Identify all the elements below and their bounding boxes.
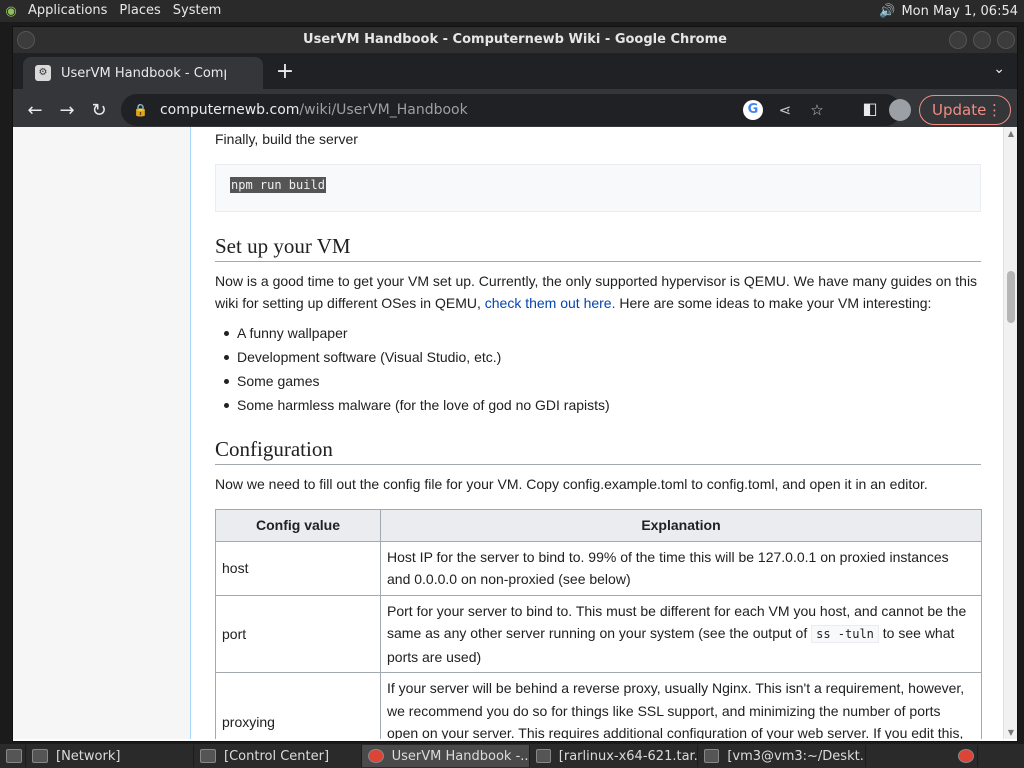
- control-center-icon: [200, 749, 216, 763]
- build-command[interactable]: npm run build: [230, 177, 326, 193]
- taskbar-label: [vm3@vm3:~/Deskt...: [727, 748, 865, 764]
- network-window-icon: [32, 749, 48, 763]
- heading-configuration: Configuration: [215, 437, 981, 465]
- scroll-down-icon[interactable]: ▼: [1004, 728, 1018, 737]
- taskbar-item-terminal[interactable]: [vm3@vm3:~/Deskt...: [698, 745, 866, 767]
- page-area: Finally, build the server npm run build …: [13, 23, 1017, 741]
- list-item: Some harmless malware (for the love of g…: [224, 393, 981, 417]
- wiki-sidebar: [13, 127, 191, 739]
- table-row: proxying If your server will be behind a…: [215, 672, 982, 739]
- chrome-icon: [368, 749, 384, 763]
- ideas-list: A funny wallpaper Development software (…: [224, 321, 981, 417]
- vm-text-after: Here are some ideas to make your VM inte…: [615, 295, 932, 311]
- scroll-up-icon[interactable]: ▲: [1004, 129, 1018, 138]
- taskbar-label: [Network]: [56, 748, 121, 764]
- menu-applications[interactable]: Applications: [22, 0, 113, 22]
- clock[interactable]: Mon May 1, 06:54: [897, 4, 1024, 19]
- list-item: Development software (Visual Studio, etc…: [224, 345, 981, 369]
- volume-icon[interactable]: 🔊: [877, 4, 897, 19]
- heading-set-up-vm: Set up your VM: [215, 234, 981, 262]
- inline-code: ss -tuln: [811, 625, 879, 643]
- config-key: proxying: [215, 672, 381, 739]
- taskbar-item-chrome[interactable]: UserVM Handbook -...: [362, 745, 530, 767]
- page-scrollbar[interactable]: ▲ ▼: [1003, 127, 1017, 739]
- table-header-row: Config value Explanation: [215, 509, 982, 542]
- desktop-icon: [6, 749, 22, 763]
- config-explanation: Port for your server to bind to. This mu…: [380, 594, 982, 673]
- terminal-icon: [704, 749, 720, 763]
- column-header-config-value: Config value: [215, 509, 381, 542]
- table-row: host Host IP for the server to bind to. …: [215, 540, 982, 596]
- chrome-launcher-icon[interactable]: [952, 745, 978, 767]
- config-explanation: If your server will be behind a reverse …: [380, 672, 982, 739]
- taskbar-item-rarlinux[interactable]: [rarlinux-x64-621.tar....: [530, 745, 698, 767]
- build-intro: Finally, build the server: [215, 131, 358, 147]
- table-row: port Port for your server to bind to. Th…: [215, 594, 982, 673]
- archive-icon: [536, 749, 551, 763]
- code-block: npm run build: [215, 164, 981, 212]
- config-explanation: Host IP for the server to bind to. 99% o…: [380, 540, 982, 596]
- taskbar-label: UserVM Handbook -...: [391, 748, 529, 764]
- config-paragraph: Now we need to fill out the config file …: [215, 476, 928, 492]
- taskbar-label: [rarlinux-x64-621.tar....: [558, 748, 697, 764]
- column-header-explanation: Explanation: [380, 509, 982, 542]
- distro-logo-icon[interactable]: ◉: [0, 0, 22, 22]
- list-item: A funny wallpaper: [224, 321, 981, 345]
- config-key: host: [215, 540, 381, 596]
- guides-link[interactable]: check them out here.: [485, 295, 616, 311]
- show-desktop-icon[interactable]: [0, 745, 26, 767]
- article-content: Finally, build the server npm run build …: [215, 127, 982, 739]
- taskbar-item-network[interactable]: [Network]: [26, 745, 194, 767]
- page-viewport: Finally, build the server npm run build …: [13, 127, 1005, 739]
- config-table: Config value Explanation host Host IP fo…: [215, 509, 982, 739]
- scrollbar-thumb[interactable]: [1007, 271, 1015, 323]
- list-item: Some games: [224, 369, 981, 393]
- chrome-logo-icon: [958, 749, 974, 763]
- taskbar-spacer: [866, 745, 952, 767]
- bottom-taskbar: [Network] [Control Center] UserVM Handbo…: [0, 744, 1024, 768]
- menu-system[interactable]: System: [167, 0, 227, 22]
- vm-paragraph: Now is a good time to get your VM set up…: [215, 270, 981, 314]
- taskbar-item-control-center[interactable]: [Control Center]: [194, 745, 362, 767]
- menu-places[interactable]: Places: [113, 0, 166, 22]
- top-panel: ◉ Applications Places System 🔊 Mon May 1…: [0, 0, 1024, 22]
- taskbar-label: [Control Center]: [224, 748, 330, 764]
- config-key: port: [215, 594, 381, 673]
